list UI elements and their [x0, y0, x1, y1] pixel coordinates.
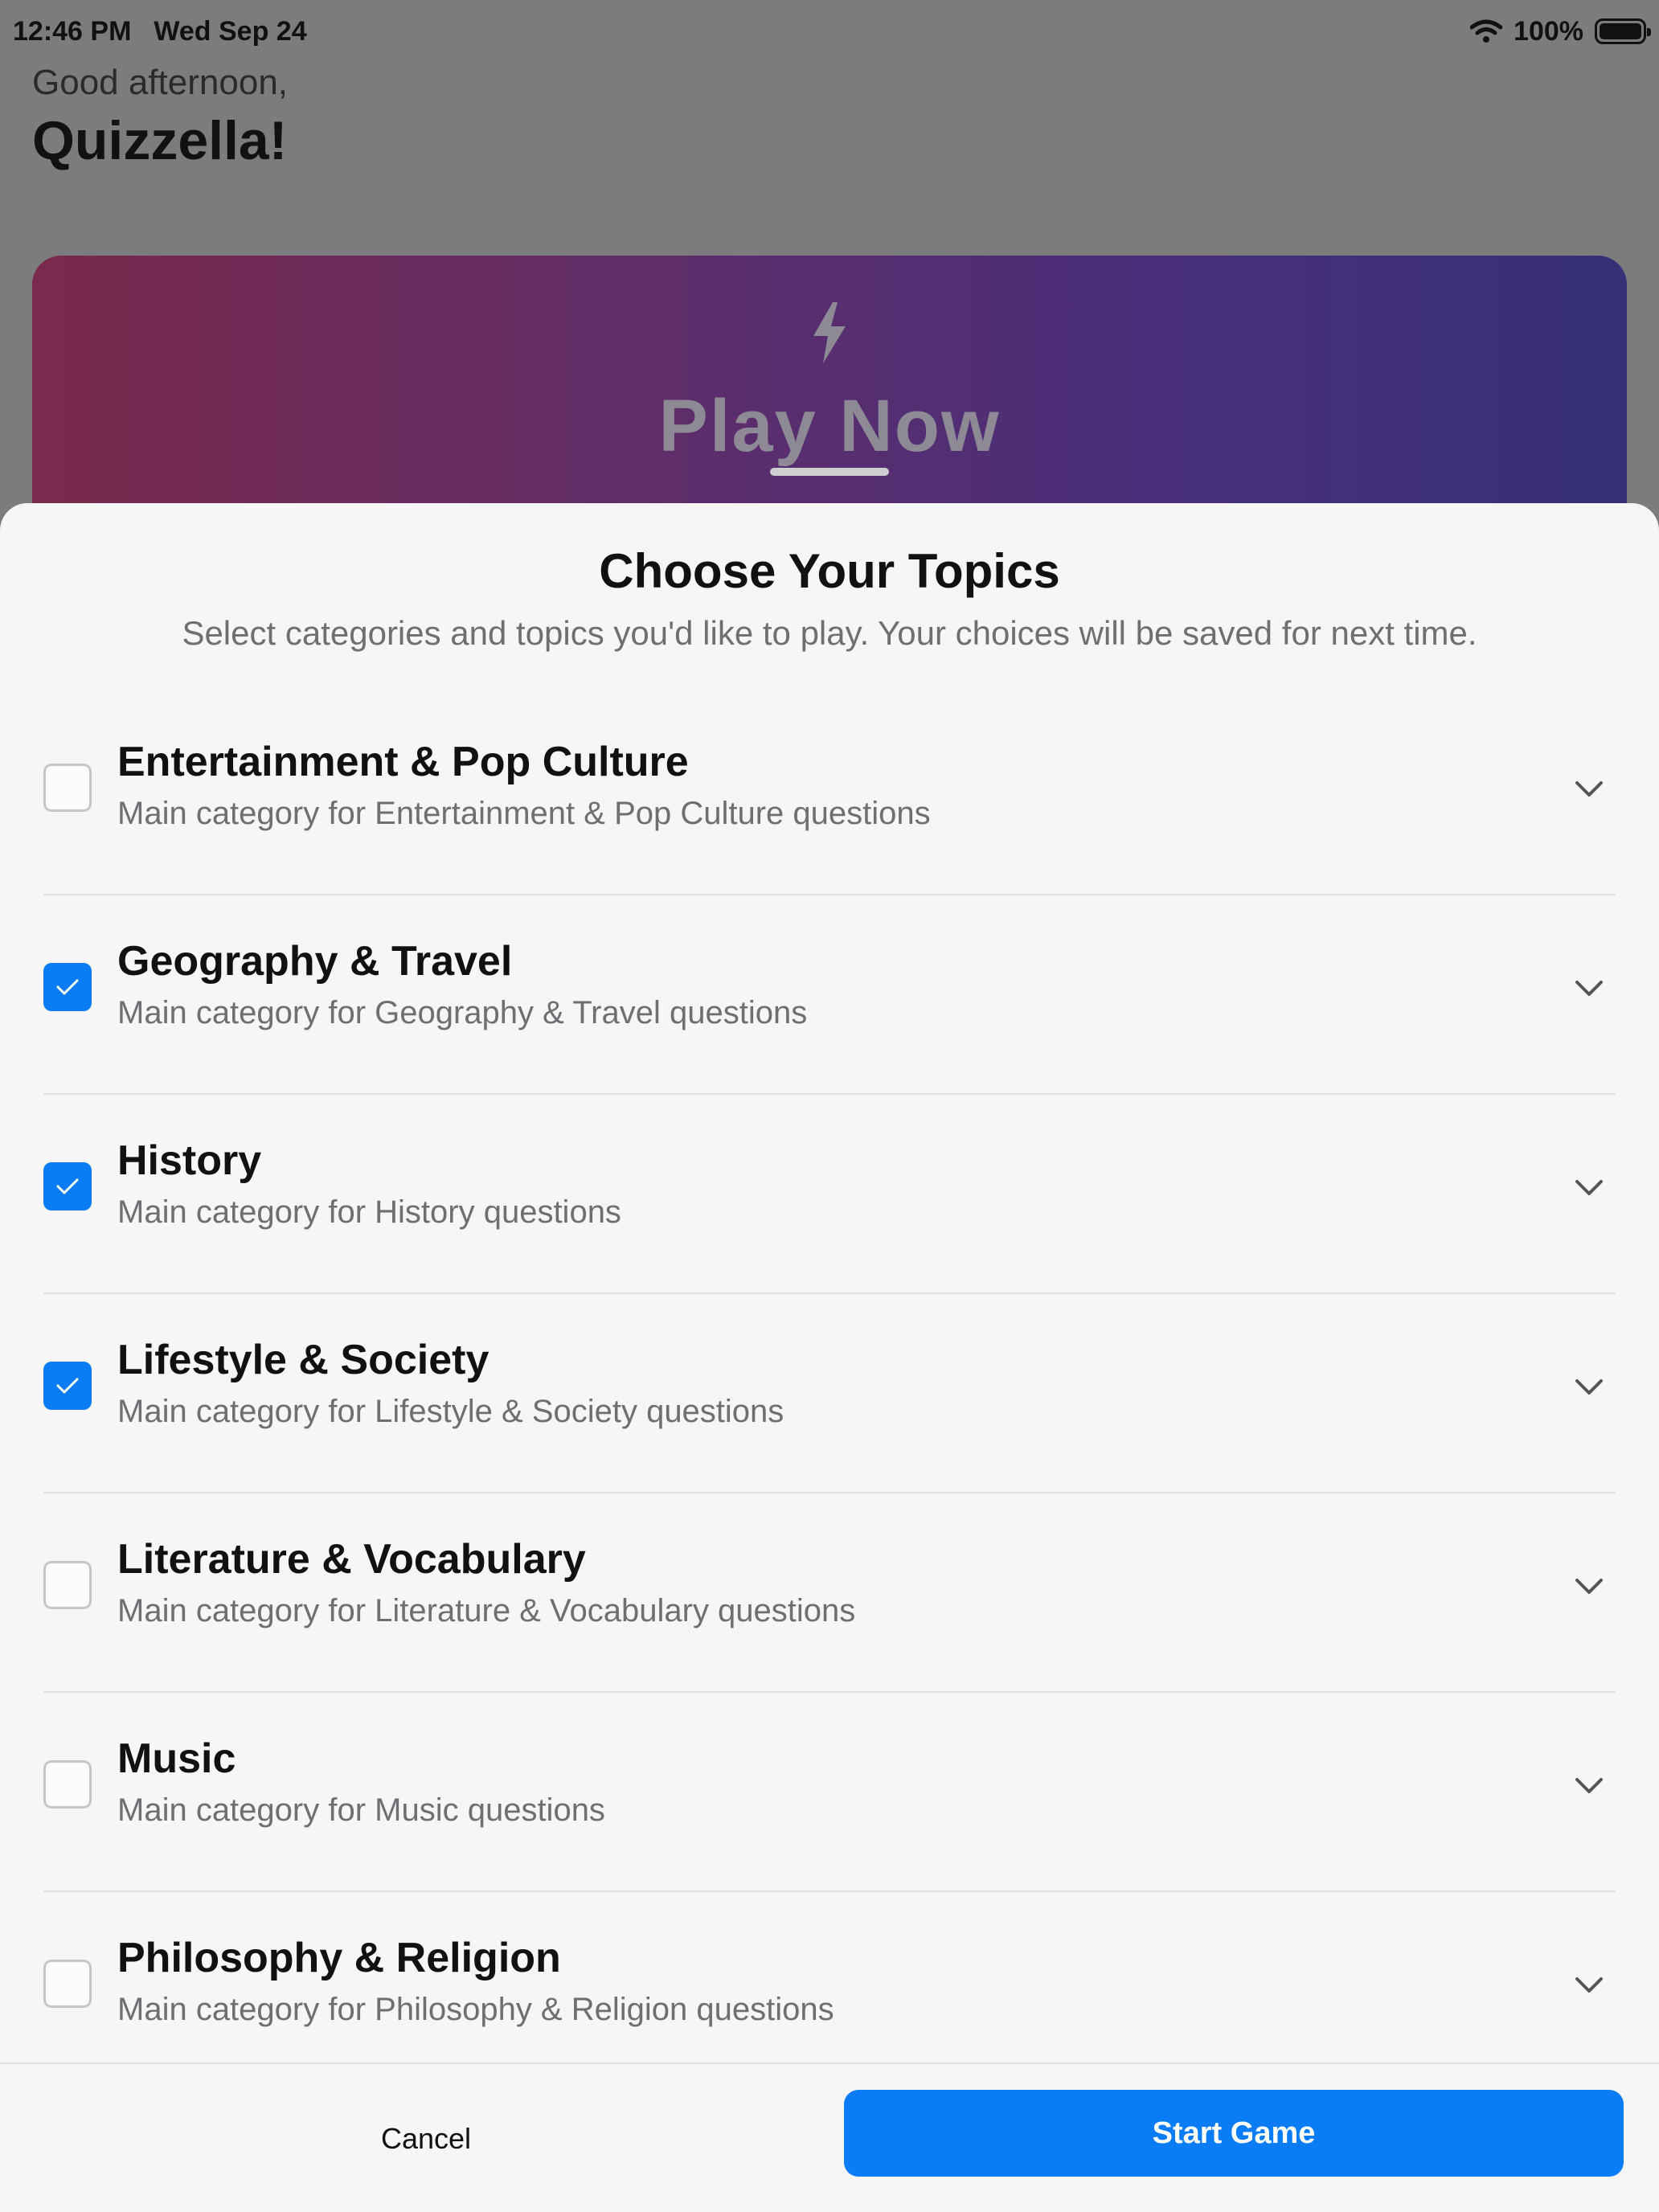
sheet-subtitle: Select categories and topics you'd like …: [182, 614, 1477, 652]
topic-row[interactable]: History Main category for History questi…: [43, 1095, 1616, 1294]
chevron-down-icon[interactable]: [1574, 1178, 1604, 1198]
checkmark-icon: [56, 1378, 79, 1394]
topic-row[interactable]: Literature & Vocabulary Main category fo…: [43, 1493, 1616, 1693]
greeting-line: Good afternoon,: [32, 63, 289, 102]
topic-list: Entertainment & Pop Culture Main categor…: [0, 696, 1659, 2091]
topic-row[interactable]: Music Main category for Music questions: [43, 1693, 1616, 1892]
topics-sheet: Choose Your Topics Select categories and…: [0, 503, 1659, 2212]
sheet-footer: Cancel Start Game: [0, 2062, 1659, 2212]
topic-checkbox[interactable]: [43, 1960, 92, 2008]
topic-checkbox[interactable]: [43, 764, 92, 812]
sheet-title: Choose Your Topics: [599, 544, 1060, 598]
topic-description: Main category for Geography & Travel que…: [117, 995, 808, 1030]
status-time: 12:46 PM: [13, 15, 132, 47]
status-bar: 12:46 PM Wed Sep 24 100%: [0, 0, 1659, 63]
chevron-down-icon[interactable]: [1574, 1378, 1604, 1397]
topic-title: Literature & Vocabulary: [117, 1536, 586, 1583]
chevron-down-icon[interactable]: [1574, 979, 1604, 998]
chevron-down-icon[interactable]: [1574, 780, 1604, 799]
topic-row[interactable]: Philosophy & Religion Main category for …: [43, 1892, 1616, 2091]
topic-title: Philosophy & Religion: [117, 1935, 561, 1981]
topic-title: Music: [117, 1735, 236, 1782]
chevron-down-icon[interactable]: [1574, 1776, 1604, 1796]
topic-checkbox[interactable]: [43, 1760, 92, 1809]
topic-title: Entertainment & Pop Culture: [117, 739, 689, 785]
topic-description: Main category for Music questions: [117, 1792, 605, 1828]
user-name: Quizzella!: [32, 110, 288, 171]
greeting: Good afternoon, Quizzella!: [32, 63, 288, 172]
battery-icon: [1595, 18, 1651, 44]
topic-checkbox[interactable]: [43, 1561, 92, 1609]
play-now-card[interactable]: Play Now: [32, 256, 1627, 545]
chevron-down-icon[interactable]: [1574, 1976, 1604, 1995]
topic-checkbox[interactable]: [43, 963, 92, 1011]
topic-description: Main category for Philosophy & Religion …: [117, 1992, 834, 2027]
battery-percent: 100%: [1514, 15, 1583, 47]
topic-title: Geography & Travel: [117, 938, 513, 985]
topic-description: Main category for History questions: [117, 1194, 621, 1230]
play-now-title: Play Now: [658, 385, 1001, 467]
topic-title: History: [117, 1137, 262, 1184]
cancel-button[interactable]: Cancel: [305, 2111, 547, 2167]
topic-title: Lifestyle & Society: [117, 1337, 490, 1383]
chevron-down-icon[interactable]: [1574, 1577, 1604, 1596]
bolt-icon: [813, 302, 846, 363]
start-game-button[interactable]: Start Game: [844, 2090, 1624, 2177]
topic-checkbox[interactable]: [43, 1362, 92, 1410]
topic-row[interactable]: Geography & Travel Main category for Geo…: [43, 895, 1616, 1095]
status-date: Wed Sep 24: [154, 15, 307, 47]
topic-checkbox[interactable]: [43, 1162, 92, 1210]
topic-row[interactable]: Lifestyle & Society Main category for Li…: [43, 1294, 1616, 1493]
screen: 12:46 PM Wed Sep 24 100% Good afternoon,…: [0, 0, 1659, 2212]
topic-description: Main category for Entertainment & Pop Cu…: [117, 796, 931, 831]
wifi-icon: [1470, 19, 1503, 43]
sheet-grabber[interactable]: [770, 468, 889, 476]
topic-row[interactable]: Entertainment & Pop Culture Main categor…: [43, 696, 1616, 895]
checkmark-icon: [56, 979, 79, 995]
topic-description: Main category for Literature & Vocabular…: [117, 1593, 856, 1628]
topic-description: Main category for Lifestyle & Society qu…: [117, 1394, 784, 1429]
checkmark-icon: [56, 1178, 79, 1194]
